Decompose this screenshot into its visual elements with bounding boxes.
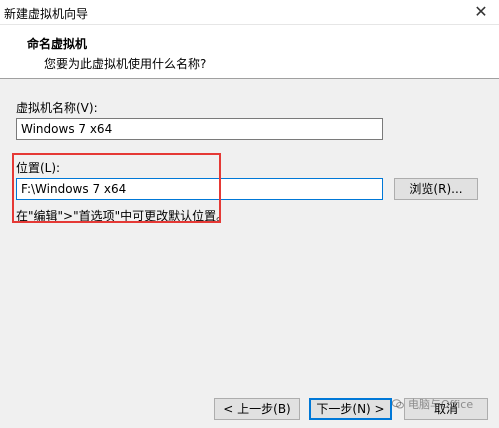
back-button[interactable]: < 上一步(B) bbox=[214, 398, 300, 420]
location-label: 位置(L): bbox=[16, 161, 61, 175]
page-subtitle: 您要为此虚拟机使用什么名称? bbox=[44, 57, 207, 71]
vm-name-label: 虚拟机名称(V): bbox=[16, 101, 98, 115]
location-input[interactable] bbox=[16, 178, 383, 200]
page-title: 命名虚拟机 bbox=[27, 37, 88, 51]
watermark: 电脑与Office bbox=[392, 396, 473, 412]
browse-button[interactable]: 浏览(R)... bbox=[394, 178, 478, 200]
close-icon[interactable]: ✕ bbox=[469, 2, 493, 22]
next-button[interactable]: 下一步(N) > bbox=[309, 398, 392, 420]
wechat-icon bbox=[392, 399, 404, 409]
location-hint: 在"编辑">"首选项"中可更改默认位置。 bbox=[16, 209, 229, 223]
wizard-header: 命名虚拟机 您要为此虚拟机使用什么名称? bbox=[0, 25, 499, 79]
vm-name-input[interactable] bbox=[16, 118, 383, 140]
title-bar: 新建虚拟机向导 ✕ bbox=[0, 0, 499, 25]
window-title: 新建虚拟机向导 bbox=[4, 7, 89, 21]
watermark-text: 电脑与Office bbox=[408, 398, 474, 411]
